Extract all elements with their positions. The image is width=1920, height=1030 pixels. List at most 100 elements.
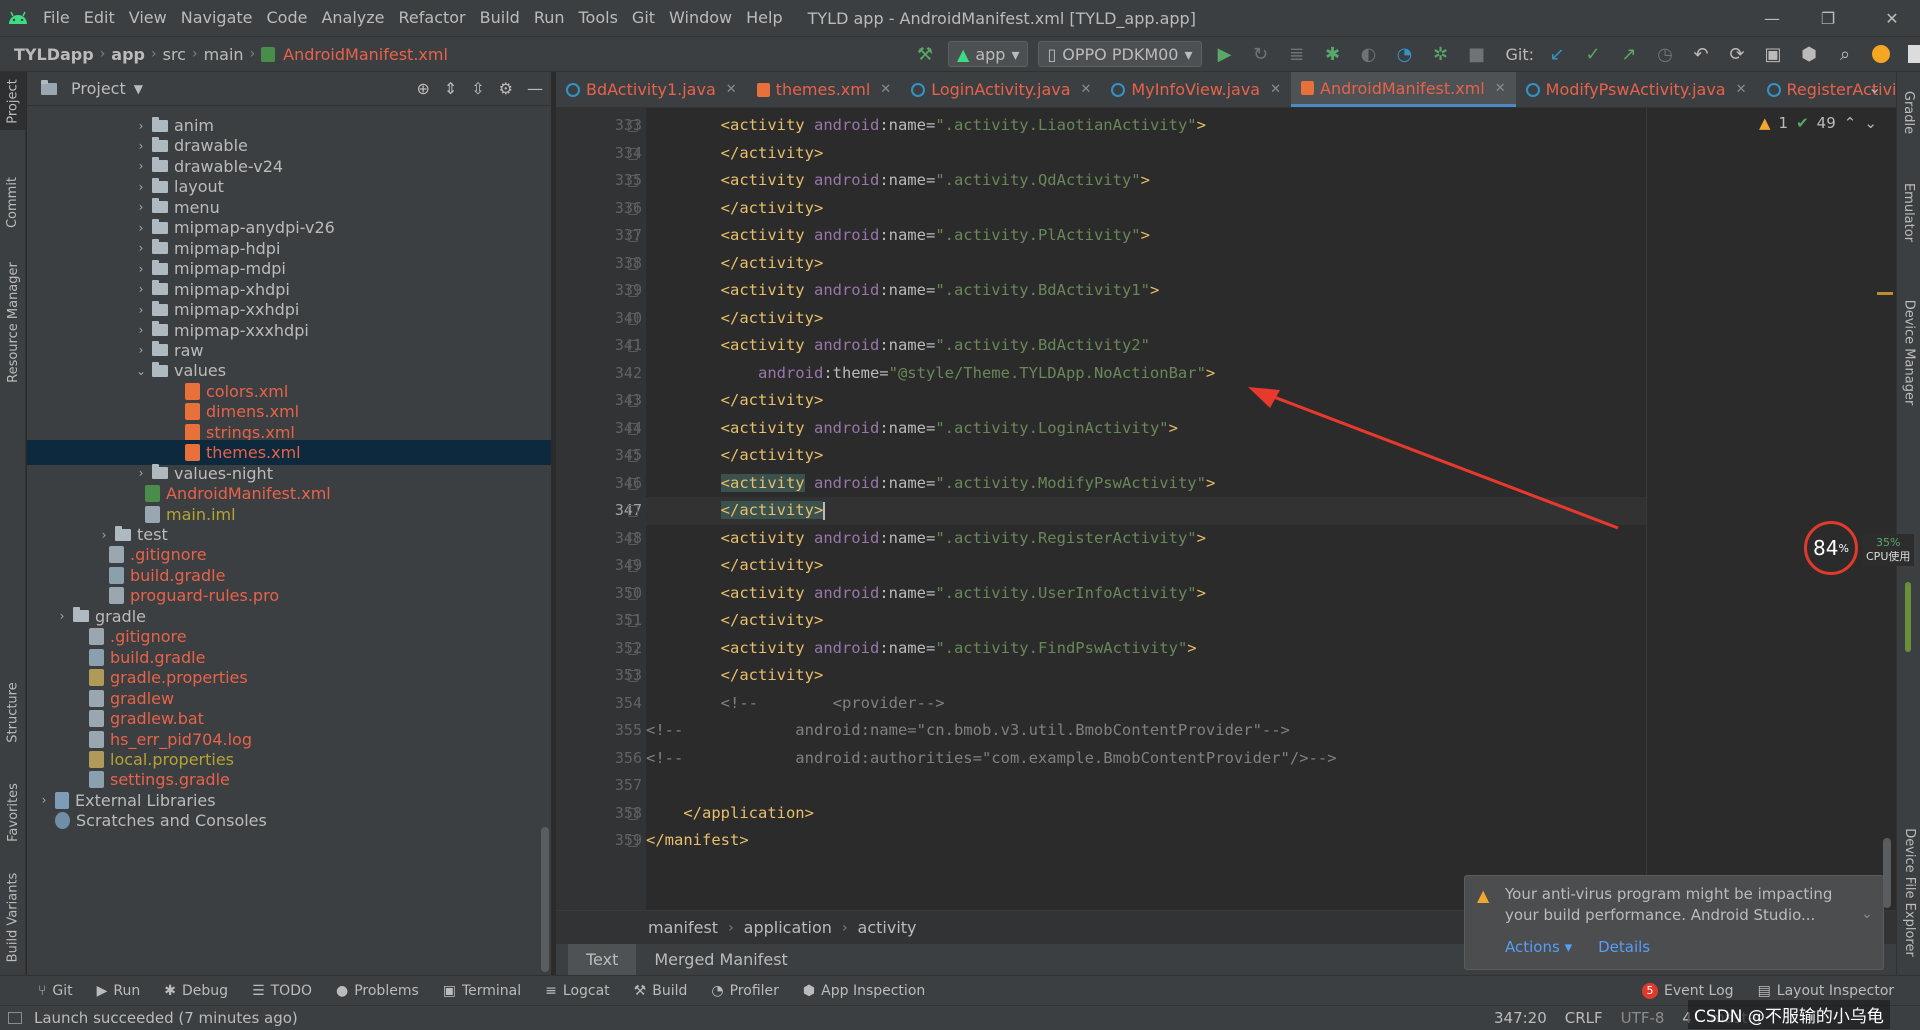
code-line[interactable]: </activity>	[646, 140, 1646, 168]
crumb-project[interactable]: TYLDapp	[8, 45, 100, 64]
code-line[interactable]: </manifest>	[646, 827, 1646, 855]
rollback-icon[interactable]: ↶	[1688, 41, 1714, 67]
inspection-widget[interactable]: ▲ 1 ✔ 49 ⌃ ⌄	[1759, 114, 1877, 132]
rerun-icon[interactable]: ↻	[1248, 41, 1274, 67]
menu-tools[interactable]: Tools	[572, 0, 625, 36]
code-line[interactable]: <activity android:name=".activity.BdActi…	[646, 332, 1646, 360]
fold-marker-icon[interactable]	[628, 670, 638, 682]
resource-manager-tool-tab[interactable]: Resource Manager	[0, 222, 26, 422]
file-encoding[interactable]: UTF-8	[1621, 1009, 1665, 1027]
git-commit-icon[interactable]: ✓	[1580, 41, 1606, 67]
code-line[interactable]: <activity android:name=".activity.PlActi…	[646, 222, 1646, 250]
tree-scrollbar[interactable]	[541, 827, 549, 972]
close-tab-icon[interactable]: ✕	[1495, 81, 1506, 96]
fold-marker-icon[interactable]	[628, 257, 638, 270]
git-tool-button[interactable]: ⑂ Git	[38, 983, 73, 999]
fold-marker-icon[interactable]	[628, 477, 638, 490]
close-tab-icon[interactable]: ✕	[1081, 82, 1092, 97]
emulator-tool-tab[interactable]: Emulator	[1897, 162, 1920, 262]
fold-marker-icon[interactable]	[628, 587, 638, 600]
menu-refactor[interactable]: Refactor	[392, 0, 473, 36]
crumb-file[interactable]: AndroidManifest.xml	[277, 45, 454, 64]
prev-problem-icon[interactable]: ⌃	[1844, 114, 1857, 132]
menu-run[interactable]: Run	[527, 0, 572, 36]
code-line[interactable]: </activity>	[646, 607, 1646, 635]
gradle-tool-tab[interactable]: Gradle	[1897, 72, 1920, 152]
hide-panel-icon[interactable]: —	[527, 79, 543, 98]
fold-marker-icon[interactable]	[628, 532, 638, 545]
tab-themes-xml[interactable]: themes.xml ✕	[747, 72, 902, 107]
tab-androidmanifest-xml[interactable]: AndroidManifest.xml ✕	[1291, 72, 1516, 107]
fold-marker-icon[interactable]	[628, 642, 638, 655]
debug-tool-button[interactable]: ✱ Debug	[164, 983, 228, 999]
device-dropdown[interactable]: ▯ OPPO PDKM00 ▾	[1038, 41, 1202, 67]
chevron-right-icon[interactable]: ›	[37, 793, 51, 807]
code-line[interactable]: <activity android:name=".activity.QdActi…	[646, 167, 1646, 195]
menu-help[interactable]: Help	[739, 0, 789, 36]
fold-marker-icon[interactable]	[628, 285, 638, 297]
search-icon[interactable]: ⌕	[1832, 41, 1858, 67]
problems-tool-button[interactable]: ● Problems	[336, 983, 419, 999]
run-config-dropdown[interactable]: ▲ app ▾	[948, 41, 1029, 67]
profiler-tool-button[interactable]: ◔ Profiler	[711, 983, 779, 999]
coverage-icon[interactable]: ◐	[1356, 41, 1382, 67]
fold-marker-icon[interactable]	[628, 505, 638, 517]
code-line[interactable]: <activity android:name=".activity.BdActi…	[646, 277, 1646, 305]
todo-tool-button[interactable]: ☰ TODO	[252, 983, 312, 999]
device-manager-tool-tab[interactable]: Device Manager	[1897, 272, 1920, 432]
device-manager-icon[interactable]: ▣	[1760, 41, 1786, 67]
menu-view[interactable]: View	[122, 0, 174, 36]
chevron-right-icon[interactable]: ›	[134, 303, 148, 317]
profile-icon[interactable]: ◔	[1392, 41, 1418, 67]
caret-position[interactable]: 347:20	[1494, 1009, 1547, 1027]
chevron-right-icon[interactable]: ›	[134, 241, 148, 255]
details-link[interactable]: Details	[1598, 938, 1650, 956]
git-push-icon[interactable]: ↗	[1616, 41, 1642, 67]
close-button[interactable]: ✕	[1864, 0, 1920, 36]
menu-analyze[interactable]: Analyze	[314, 0, 391, 36]
tree-item[interactable]: Scratches and Consoles	[27, 808, 551, 833]
menu-code[interactable]: Code	[260, 0, 315, 36]
tab-bdactivity1-java[interactable]: BdActivity1.java ✕	[556, 72, 747, 107]
code-line[interactable]: </activity>	[646, 250, 1646, 278]
run-icon[interactable]: ▶	[1212, 41, 1238, 67]
chevron-down-icon[interactable]: ⌄	[134, 364, 148, 378]
chevron-right-icon[interactable]: ›	[134, 221, 148, 235]
layout-inspector-tool-button[interactable]: ▤ Layout Inspector	[1758, 983, 1895, 999]
code-line[interactable]: </activity>	[646, 305, 1646, 333]
chevron-right-icon[interactable]: ›	[134, 159, 148, 173]
apply-changes-icon[interactable]: ≣	[1284, 41, 1310, 67]
device-file-explorer-tool-tab[interactable]: Device File Explorer	[1897, 812, 1920, 972]
fold-marker-icon[interactable]	[628, 422, 638, 435]
cpu-usage-gauge[interactable]: 84%	[1804, 521, 1858, 575]
attach-debugger-icon[interactable]: ✲	[1428, 41, 1454, 67]
code-line[interactable]: </activity>	[646, 195, 1646, 223]
chevron-right-icon[interactable]: ›	[134, 180, 148, 194]
sdk-manager-icon[interactable]: ⬢	[1796, 41, 1822, 67]
debug-icon[interactable]: ✱	[1320, 41, 1346, 67]
code-line[interactable]: <activity android:name=".activity.FindPs…	[646, 635, 1646, 663]
hammer-build-icon[interactable]: ⚒	[912, 41, 938, 67]
gear-icon[interactable]: ⚙	[499, 79, 513, 98]
close-tab-icon[interactable]: ✕	[1736, 82, 1747, 97]
logcat-tool-button[interactable]: ≡ Logcat	[545, 983, 610, 999]
tab-myinfoview-java[interactable]: MyInfoView.java ✕	[1101, 72, 1291, 107]
fold-marker-icon[interactable]	[628, 807, 638, 820]
project-view-selector[interactable]: Project	[71, 79, 126, 98]
project-tool-tab[interactable]: Project	[0, 72, 26, 130]
fold-marker-icon[interactable]	[628, 395, 638, 407]
code-line[interactable]: </application>	[646, 800, 1646, 828]
fold-marker-icon[interactable]	[628, 202, 638, 215]
terminal-tool-button[interactable]: ▣ Terminal	[443, 983, 521, 999]
breadcrumb-application[interactable]: application	[744, 918, 832, 937]
close-tab-icon[interactable]: ✕	[880, 82, 891, 97]
code-line[interactable]: </activity>	[646, 662, 1646, 690]
next-problem-icon[interactable]: ⌄	[1864, 114, 1877, 132]
app-inspection-tool-button[interactable]: ⬢ App Inspection	[803, 983, 925, 999]
event-log-tool-button[interactable]: 5 Event Log	[1642, 982, 1734, 999]
gradle-sync-icon[interactable]: ⟳	[1724, 41, 1750, 67]
tab-text[interactable]: Text	[568, 944, 637, 975]
chevron-right-icon[interactable]: ›	[134, 200, 148, 214]
chevron-right-icon[interactable]: ›	[134, 466, 148, 480]
code-line[interactable]	[646, 772, 1646, 800]
